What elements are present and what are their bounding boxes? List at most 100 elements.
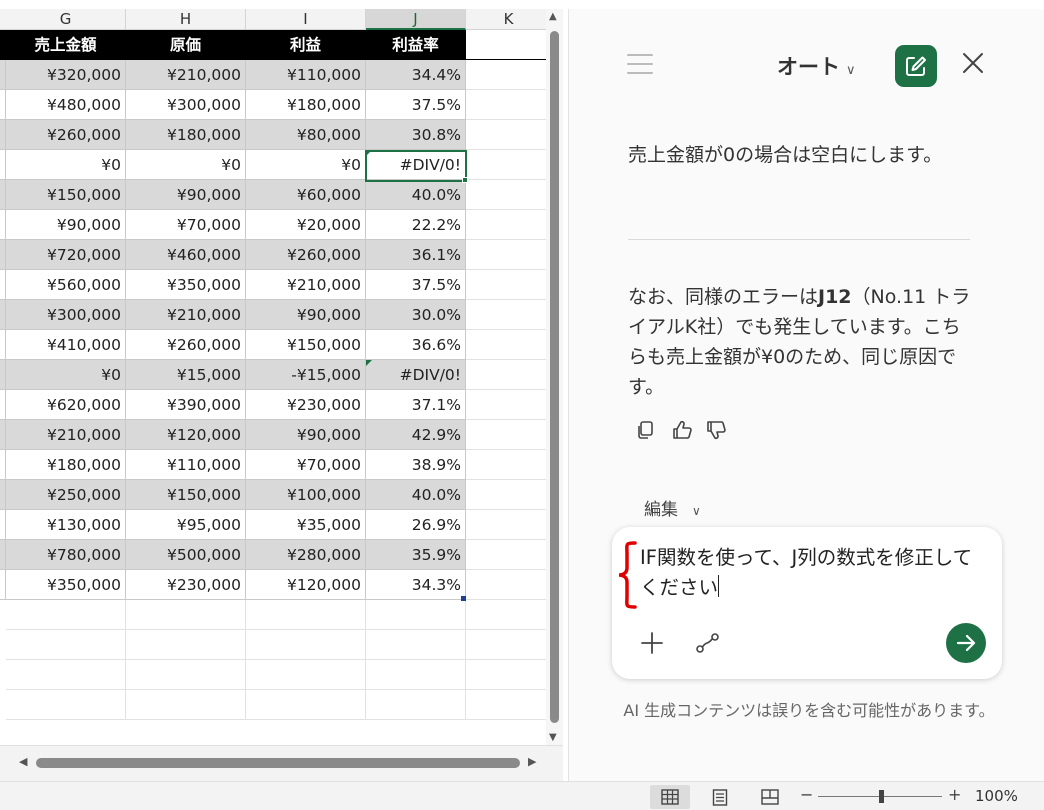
empty-cell[interactable] xyxy=(466,600,546,630)
table-cell[interactable]: -¥15,000 xyxy=(246,360,366,390)
table-cell[interactable]: ¥480,000 xyxy=(6,90,126,120)
table-cell[interactable]: ¥300,000 xyxy=(126,90,246,120)
table-cell[interactable]: 30.8% xyxy=(366,120,466,150)
table-cell[interactable]: ¥180,000 xyxy=(126,120,246,150)
cell-k[interactable] xyxy=(466,150,546,180)
table-cell[interactable]: ¥130,000 xyxy=(6,510,126,540)
cell-k[interactable] xyxy=(466,360,546,390)
empty-cell[interactable] xyxy=(6,600,126,630)
table-cell[interactable]: ¥620,000 xyxy=(6,390,126,420)
table-cell[interactable]: ¥180,000 xyxy=(6,450,126,480)
table-cell[interactable]: ¥280,000 xyxy=(246,540,366,570)
table-cell[interactable]: ¥300,000 xyxy=(6,300,126,330)
table-cell[interactable]: 34.3% xyxy=(366,570,466,600)
cell-k[interactable] xyxy=(466,330,546,360)
empty-cell[interactable] xyxy=(366,600,466,630)
table-cell[interactable]: ¥100,000 xyxy=(246,480,366,510)
scroll-left-icon[interactable]: ◀ xyxy=(19,755,27,768)
table-cell[interactable]: 37.1% xyxy=(366,390,466,420)
empty-cell[interactable] xyxy=(6,690,126,720)
zoom-in-button[interactable]: + xyxy=(948,785,961,804)
table-cell[interactable]: ¥90,000 xyxy=(6,210,126,240)
empty-cell[interactable] xyxy=(466,660,546,690)
vertical-scroll-thumb[interactable] xyxy=(550,31,559,723)
table-cell[interactable]: 40.0% xyxy=(366,480,466,510)
table-cell[interactable]: 35.9% xyxy=(366,540,466,570)
cell-k[interactable] xyxy=(466,570,546,600)
scroll-down-icon[interactable]: ▼ xyxy=(549,732,557,743)
table-cell[interactable]: ¥60,000 xyxy=(246,180,366,210)
header-cell[interactable]: 利益率 xyxy=(366,30,466,60)
header-cell[interactable]: 原価 xyxy=(126,30,246,60)
range-resize-handle[interactable] xyxy=(461,596,466,601)
cell-k[interactable] xyxy=(466,420,546,450)
empty-cell[interactable] xyxy=(126,600,246,630)
zoom-slider-thumb[interactable] xyxy=(879,790,884,803)
table-cell[interactable]: 42.9% xyxy=(366,420,466,450)
table-cell[interactable]: ¥70,000 xyxy=(126,210,246,240)
column-header-k[interactable]: K xyxy=(466,9,546,30)
cell-k[interactable] xyxy=(466,390,546,420)
empty-cell[interactable] xyxy=(6,630,126,660)
table-cell[interactable]: ¥500,000 xyxy=(126,540,246,570)
send-button[interactable] xyxy=(946,623,986,663)
edit-dropdown[interactable]: 編集 ∨ xyxy=(644,495,701,520)
cell-k[interactable] xyxy=(466,180,546,210)
empty-cell[interactable] xyxy=(126,660,246,690)
table-cell[interactable]: ¥90,000 xyxy=(246,420,366,450)
copy-icon[interactable] xyxy=(635,419,657,441)
table-cell[interactable]: ¥390,000 xyxy=(126,390,246,420)
menu-icon[interactable] xyxy=(627,54,653,74)
table-cell[interactable]: ¥460,000 xyxy=(126,240,246,270)
table-cell[interactable]: ¥90,000 xyxy=(246,300,366,330)
cell-k[interactable] xyxy=(466,210,546,240)
table-cell[interactable]: ¥260,000 xyxy=(126,330,246,360)
column-header-j[interactable]: J xyxy=(366,9,466,30)
table-cell[interactable]: ¥150,000 xyxy=(126,480,246,510)
tools-icon[interactable] xyxy=(695,631,721,655)
spreadsheet[interactable]: G H I J K 売上金額 原価 利益 利益率 ¥320,000 ¥210,000 ¥11… xyxy=(0,0,546,745)
table-cell[interactable]: ¥20,000 xyxy=(246,210,366,240)
thumbs-down-icon[interactable] xyxy=(705,419,727,441)
table-cell[interactable]: ¥320,000 xyxy=(6,60,126,90)
empty-cell[interactable] xyxy=(246,690,366,720)
column-header-h[interactable]: H xyxy=(126,9,246,30)
table-cell[interactable]: ¥15,000 xyxy=(126,360,246,390)
table-cell[interactable]: ¥90,000 xyxy=(126,180,246,210)
table-cell[interactable]: ¥70,000 xyxy=(246,450,366,480)
error-indicator-icon[interactable] xyxy=(366,360,372,366)
table-cell[interactable]: ¥350,000 xyxy=(6,570,126,600)
table-cell[interactable]: ¥0 xyxy=(6,150,126,180)
column-header-i[interactable]: I xyxy=(246,9,366,30)
table-cell[interactable]: #DIV/0! xyxy=(366,150,466,180)
table-cell[interactable]: 36.6% xyxy=(366,330,466,360)
table-cell[interactable]: ¥0 xyxy=(246,150,366,180)
table-cell[interactable]: 40.0% xyxy=(366,180,466,210)
new-chat-button[interactable] xyxy=(895,45,937,87)
table-cell[interactable]: 37.5% xyxy=(366,90,466,120)
scroll-up-icon[interactable]: ▲ xyxy=(549,11,557,22)
prompt-input[interactable]: IF関数を使って、J列の数式を修正してください xyxy=(640,543,990,603)
empty-cell[interactable] xyxy=(466,630,546,660)
page-break-view-button[interactable] xyxy=(750,785,790,809)
table-cell[interactable]: ¥150,000 xyxy=(6,180,126,210)
table-cell[interactable]: ¥180,000 xyxy=(246,90,366,120)
fill-handle[interactable] xyxy=(462,177,468,183)
cell-k[interactable] xyxy=(466,450,546,480)
cell-k[interactable] xyxy=(466,240,546,270)
scroll-right-icon[interactable]: ▶ xyxy=(528,755,536,768)
empty-cell[interactable] xyxy=(126,690,246,720)
table-cell[interactable]: ¥210,000 xyxy=(246,270,366,300)
table-cell[interactable]: ¥150,000 xyxy=(246,330,366,360)
table-cell[interactable]: ¥210,000 xyxy=(6,420,126,450)
table-cell[interactable]: ¥0 xyxy=(6,360,126,390)
table-cell[interactable]: ¥110,000 xyxy=(126,450,246,480)
table-cell[interactable]: ¥780,000 xyxy=(6,540,126,570)
cell-k[interactable] xyxy=(466,270,546,300)
empty-cell[interactable] xyxy=(366,630,466,660)
table-cell[interactable]: ¥260,000 xyxy=(6,120,126,150)
prompt-input-box[interactable]: IF関数を使って、J列の数式を修正してください xyxy=(612,527,1002,679)
table-cell[interactable]: ¥230,000 xyxy=(126,570,246,600)
table-cell[interactable]: 26.9% xyxy=(366,510,466,540)
header-cell[interactable]: 売上金額 xyxy=(6,30,126,60)
